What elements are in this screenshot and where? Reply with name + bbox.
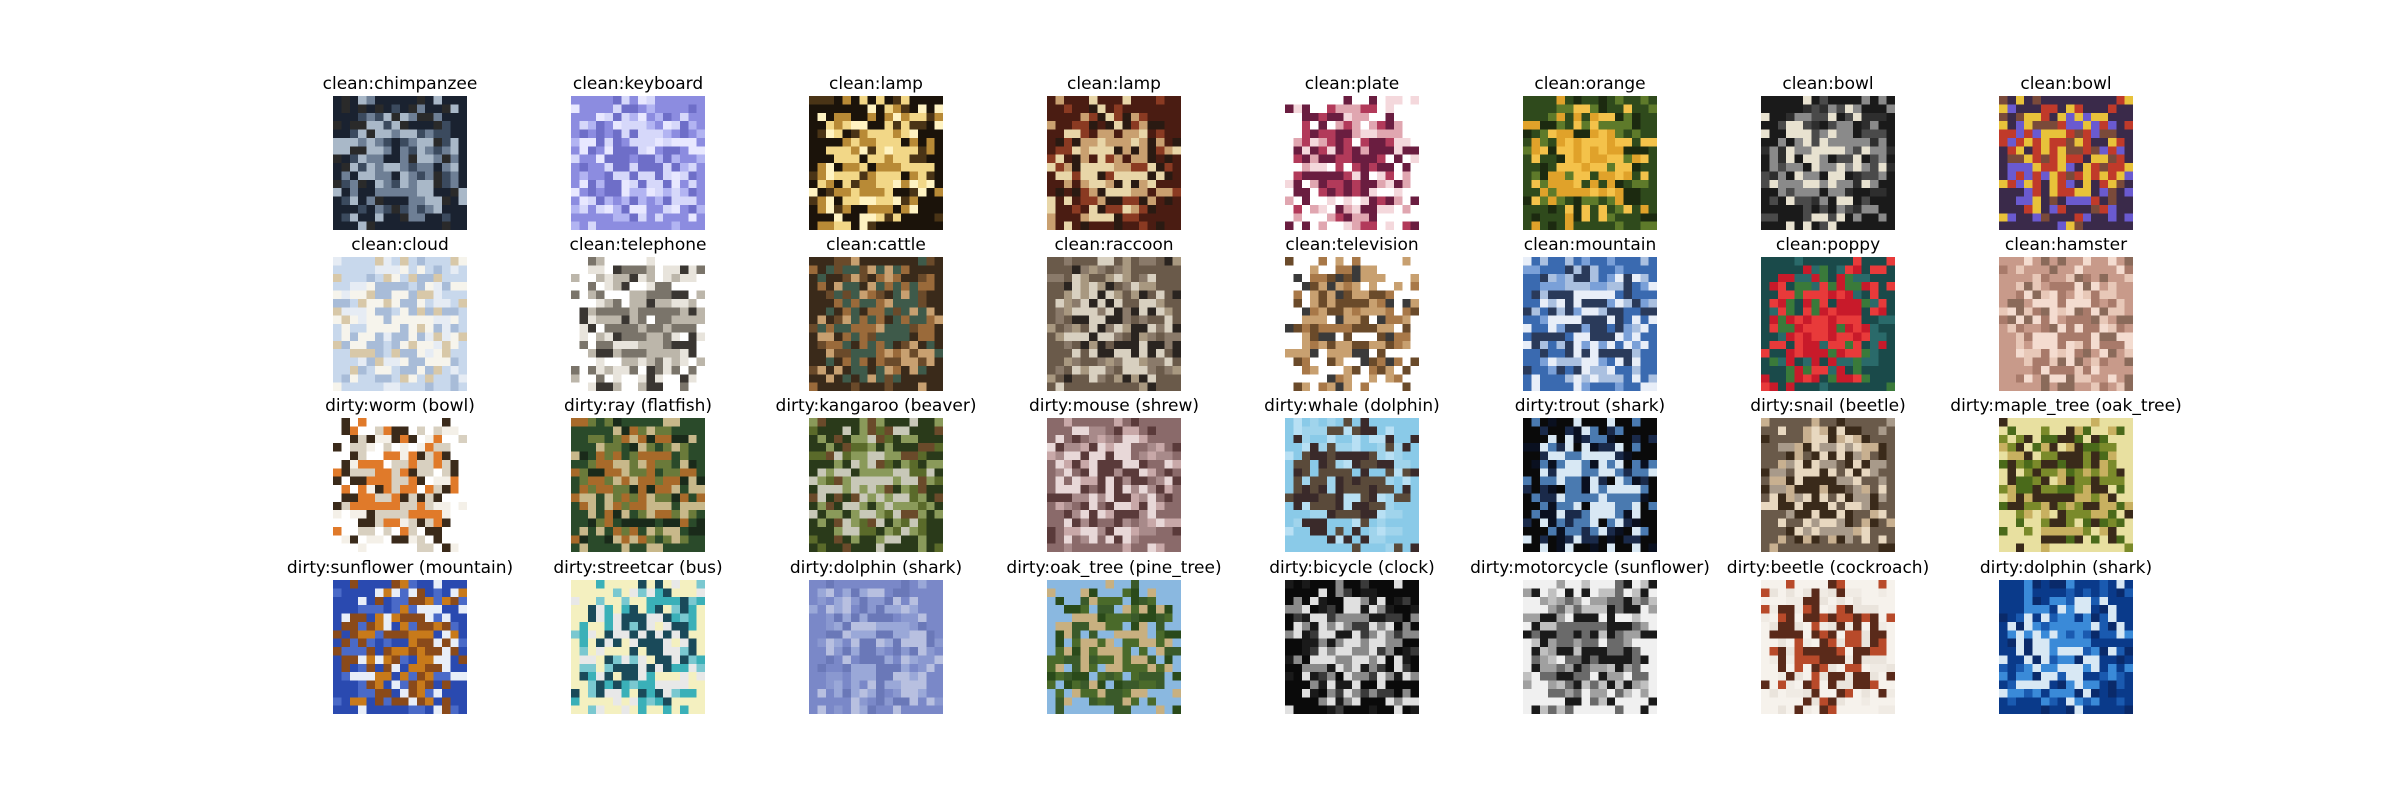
- image-title: clean:cattle: [826, 235, 926, 255]
- image-thumbnail: [1999, 257, 2133, 391]
- image-title: dirty:maple_tree (oak_tree): [1950, 396, 2182, 416]
- image-title: dirty:bicycle (clock): [1269, 558, 1435, 578]
- image-title: dirty:beetle (cockroach): [1726, 558, 1930, 578]
- image-thumbnail: [1285, 257, 1419, 391]
- image-title: clean:poppy: [1775, 235, 1881, 255]
- image-title: dirty:ray (flatfish): [564, 396, 712, 416]
- image-thumbnail: [1047, 96, 1181, 230]
- image-cell: dirty:trout (shark): [1515, 396, 1665, 552]
- image-thumbnail: [333, 257, 467, 391]
- image-cell: dirty:kangaroo (beaver): [776, 396, 976, 552]
- image-grid-figure: clean:chimpanzee clean:keyboard clean:lamp…: [0, 0, 2400, 800]
- image-cell: dirty:bicycle (clock): [1269, 558, 1435, 714]
- image-title: clean:bowl: [1782, 74, 1874, 94]
- image-cell: clean:lamp: [1047, 74, 1181, 230]
- image-title: clean:telephone: [569, 235, 707, 255]
- image-thumbnail: [1999, 580, 2133, 714]
- image-title: dirty:worm (bowl): [325, 396, 475, 416]
- image-title: clean:orange: [1534, 74, 1646, 94]
- image-cell: dirty:motorcycle (sunflower): [1470, 558, 1710, 714]
- image-thumbnail: [333, 418, 467, 552]
- image-title: dirty:motorcycle (sunflower): [1470, 558, 1710, 578]
- image-thumbnail: [1523, 580, 1657, 714]
- image-cell: clean:television: [1285, 235, 1419, 391]
- image-thumbnail: [1047, 257, 1181, 391]
- image-thumbnail: [1761, 257, 1895, 391]
- image-title: clean:mountain: [1523, 235, 1657, 255]
- image-title: clean:keyboard: [572, 74, 704, 94]
- image-thumbnail: [1999, 418, 2133, 552]
- image-thumbnail: [1285, 418, 1419, 552]
- image-cell: clean:bowl: [1761, 74, 1895, 230]
- image-thumbnail: [571, 257, 705, 391]
- image-thumbnail: [333, 580, 467, 714]
- image-thumbnail: [571, 418, 705, 552]
- image-cell: dirty:whale (dolphin): [1264, 396, 1440, 552]
- image-thumbnail: [1523, 257, 1657, 391]
- image-thumbnail: [809, 96, 943, 230]
- image-cell: clean:raccoon: [1047, 235, 1181, 391]
- image-title: dirty:snail (beetle): [1750, 396, 1906, 416]
- image-cell: clean:chimpanzee: [323, 74, 477, 230]
- image-thumbnail: [1047, 580, 1181, 714]
- image-cell: clean:cattle: [809, 235, 943, 391]
- image-cell: dirty:maple_tree (oak_tree): [1950, 396, 2182, 552]
- image-cell: clean:keyboard: [571, 74, 705, 230]
- image-thumbnail: [809, 418, 943, 552]
- image-cell: clean:hamster: [1999, 235, 2133, 391]
- image-thumbnail: [571, 96, 705, 230]
- image-thumbnail: [1523, 96, 1657, 230]
- image-title: clean:raccoon: [1054, 235, 1174, 255]
- image-cell: clean:poppy: [1761, 235, 1895, 391]
- image-title: dirty:sunflower (mountain): [286, 558, 514, 578]
- image-thumbnail: [1999, 96, 2133, 230]
- image-thumbnail: [1523, 418, 1657, 552]
- image-title: dirty:whale (dolphin): [1264, 396, 1440, 416]
- image-cell: dirty:dolphin (shark): [1980, 558, 2152, 714]
- image-cell: dirty:beetle (cockroach): [1727, 558, 1929, 714]
- image-title: clean:lamp: [829, 74, 923, 94]
- image-thumbnail: [809, 257, 943, 391]
- image-cell: clean:lamp: [809, 74, 943, 230]
- image-cell: clean:bowl: [1999, 74, 2133, 230]
- image-title: dirty:streetcar (bus): [553, 558, 723, 578]
- image-cell: dirty:ray (flatfish): [564, 396, 712, 552]
- image-title: clean:television: [1285, 235, 1419, 255]
- image-cell: dirty:worm (bowl): [325, 396, 475, 552]
- image-thumbnail: [1285, 580, 1419, 714]
- image-cell: dirty:mouse (shrew): [1029, 396, 1199, 552]
- image-cell: clean:mountain: [1523, 235, 1657, 391]
- image-title: clean:chimpanzee: [322, 74, 478, 94]
- image-title: dirty:trout (shark): [1514, 396, 1666, 416]
- image-thumbnail: [333, 96, 467, 230]
- image-cell: dirty:oak_tree (pine_tree): [1006, 558, 1222, 714]
- image-cell: clean:cloud: [333, 235, 467, 391]
- image-title: dirty:dolphin (shark): [789, 558, 963, 578]
- image-cell: dirty:snail (beetle): [1750, 396, 1906, 552]
- image-thumbnail: [1285, 96, 1419, 230]
- image-title: dirty:kangaroo (beaver): [775, 396, 977, 416]
- image-thumbnail: [1047, 418, 1181, 552]
- image-title: clean:cloud: [351, 235, 449, 255]
- image-thumbnail: [1761, 580, 1895, 714]
- image-thumbnail: [1761, 96, 1895, 230]
- image-thumbnail: [1761, 418, 1895, 552]
- image-title: dirty:dolphin (shark): [1979, 558, 2153, 578]
- image-cell: dirty:sunflower (mountain): [287, 558, 513, 714]
- image-title: clean:plate: [1304, 74, 1400, 94]
- image-cell: clean:plate: [1285, 74, 1419, 230]
- image-cell: dirty:dolphin (shark): [790, 558, 962, 714]
- image-cell: dirty:streetcar (bus): [553, 558, 723, 714]
- image-title: dirty:oak_tree (pine_tree): [1006, 558, 1222, 578]
- image-title: clean:bowl: [2020, 74, 2112, 94]
- image-title: dirty:mouse (shrew): [1028, 396, 1200, 416]
- image-title: clean:hamster: [2004, 235, 2128, 255]
- image-thumbnail: [809, 580, 943, 714]
- image-thumbnail: [571, 580, 705, 714]
- image-title: clean:lamp: [1067, 74, 1161, 94]
- image-cell: clean:telephone: [570, 235, 706, 391]
- image-cell: clean:orange: [1523, 74, 1657, 230]
